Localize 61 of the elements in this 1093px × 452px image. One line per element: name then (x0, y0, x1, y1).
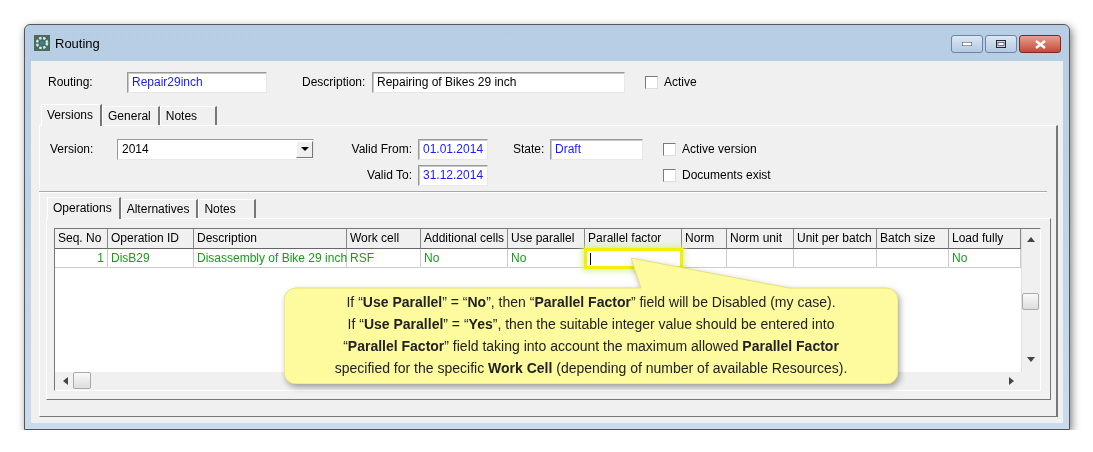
tab[interactable]: Notes (198, 199, 256, 218)
callout-text: If “Use Parallel” = “Yes”, then the suitable integer value should be entered into (346, 315, 836, 334)
field-label: Description: (302, 75, 367, 89)
column-header[interactable]: Description (194, 229, 347, 249)
table-cell: DisB29 (108, 249, 194, 268)
minimize-button[interactable] (951, 35, 983, 53)
checkbox-label: Active (664, 75, 697, 89)
column-header[interactable]: Norm (682, 229, 727, 249)
scroll-up-icon[interactable] (1027, 237, 1035, 242)
tab[interactable]: Notes (159, 106, 218, 125)
column-header[interactable]: Norm unit (727, 229, 794, 249)
text-field[interactable]: 01.01.2014 (418, 138, 488, 160)
column-header[interactable]: Load fully (949, 229, 1021, 249)
text-field[interactable]: Repair29inch (127, 71, 267, 93)
scrollbar-thumb[interactable] (1022, 293, 1039, 310)
column-header[interactable]: Parallel factor (585, 229, 682, 249)
column-header[interactable]: Unit per batch (794, 229, 877, 249)
text-field[interactable]: Draft (550, 138, 643, 160)
column-header[interactable]: Batch size (877, 229, 949, 249)
text-field[interactable]: Repairing of Bikes 29 inch (372, 71, 625, 93)
column-header[interactable]: Additional cells (421, 229, 508, 249)
scroll-right-icon[interactable] (1009, 377, 1014, 385)
table-cell: 1 (55, 249, 108, 268)
field-label: Valid From: (350, 142, 413, 156)
field-label: Version: (50, 142, 95, 156)
checkbox[interactable] (645, 75, 658, 89)
table-cell: RSF (347, 249, 421, 268)
checkbox[interactable] (663, 142, 676, 156)
callout-text: “Parallel Factor” field taking into account the maximum allowed Parallel Factor (342, 337, 840, 356)
version-dropdown[interactable]: 2014 (117, 138, 314, 160)
close-button[interactable] (1019, 35, 1061, 53)
field-label: State: (513, 142, 546, 156)
scroll-left-icon[interactable] (63, 377, 68, 385)
tab[interactable]: General (102, 106, 160, 125)
minimize-icon (962, 42, 972, 46)
dropdown-arrow-icon (300, 147, 309, 151)
tab[interactable]: Versions (41, 104, 103, 126)
tab[interactable]: Alternatives (120, 199, 199, 218)
checkbox[interactable] (663, 168, 676, 182)
scrollbar-thumb[interactable] (73, 372, 91, 389)
column-header[interactable]: Operation ID (108, 229, 194, 249)
maximize-button[interactable] (985, 35, 1017, 53)
field-label: Valid To: (366, 168, 413, 182)
column-header[interactable]: Work cell (347, 229, 421, 249)
maximize-icon (996, 40, 1006, 48)
checkbox-label: Active version (682, 142, 757, 156)
column-header[interactable]: Use parallel (508, 229, 585, 249)
table-cell: No (508, 249, 585, 268)
close-icon (1034, 39, 1046, 49)
callout-text: If “Use Parallel” = “No”, then “Parallel Factor” field will be Disabled (my case). (345, 293, 837, 312)
field-label: Routing: (48, 75, 94, 89)
window-title: Routing (55, 35, 101, 51)
table-cell: No (421, 249, 508, 268)
table-cell: Disassembly of Bike 29 inch (194, 249, 347, 268)
callout-text: specified for the specific Work Cell (depending of number of available Resources). (333, 359, 849, 378)
text-field[interactable]: 31.12.2014 (418, 164, 488, 186)
scroll-down-icon[interactable] (1027, 357, 1035, 362)
app-icon (34, 35, 50, 51)
tab[interactable]: Operations (47, 197, 121, 219)
checkbox-label: Documents exist (682, 168, 771, 182)
column-header[interactable]: Seq. No (55, 229, 108, 249)
